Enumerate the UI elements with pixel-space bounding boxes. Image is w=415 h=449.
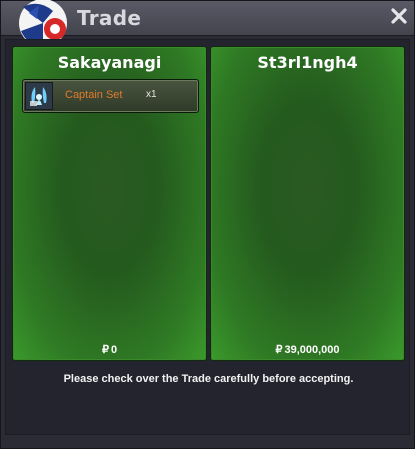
trade-item-slot[interactable]: Captain Set x1 [22,79,199,113]
money-amount: 0 [110,344,118,356]
trade-panel-partner: St3rl1ngh4 ₽39,000,000 [210,46,405,361]
item-quantity: x1 [146,89,157,100]
title-bar[interactable]: Trade [1,0,414,47]
item-name: Captain Set [65,89,123,101]
player-name: St3rl1ngh4 [257,53,358,72]
currency-symbol: ₽ [101,344,109,356]
money-offer: ₽39,000,000 [211,343,404,356]
trade-notice: Please check over the Trade carefully be… [63,373,354,385]
trade-panel-self: Sakayanagi Captain Set x1 ₽0 [12,46,207,361]
close-icon[interactable] [390,7,408,25]
currency-symbol: ₽ [275,344,283,356]
window-title: Trade [77,6,142,30]
trade-window: Trade Sakayanagi Captain Set x1 ₽0 St3rl… [0,0,415,449]
money-offer: ₽0 [13,343,206,356]
player-name: Sakayanagi [57,53,162,72]
money-amount: 39,000,000 [284,344,340,356]
captain-set-icon [25,82,53,110]
